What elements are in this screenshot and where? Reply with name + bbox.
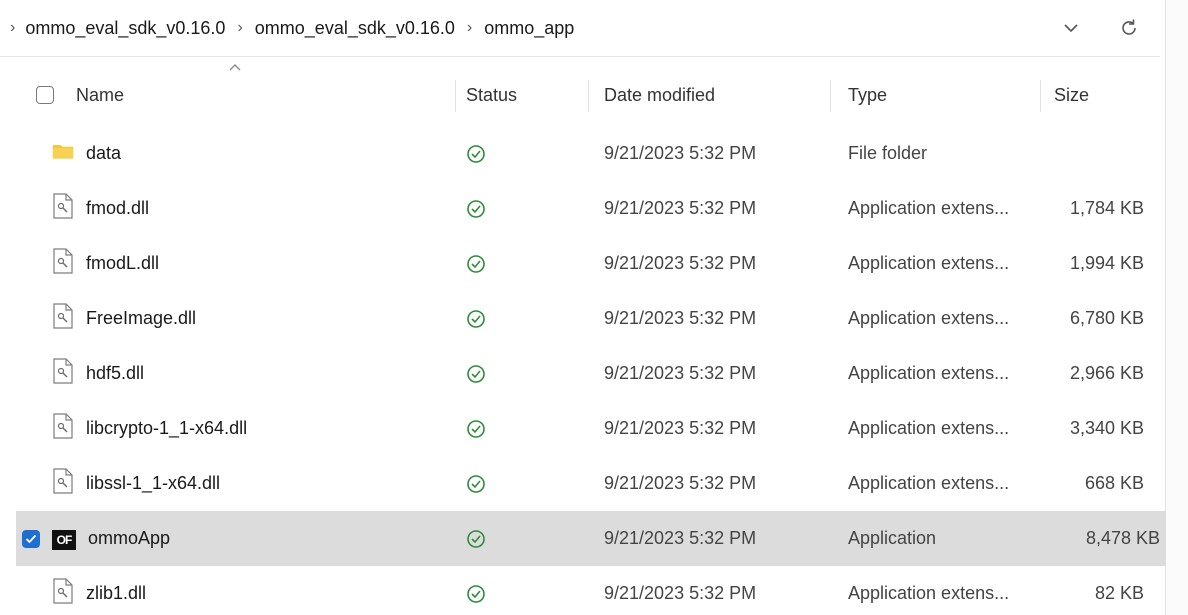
date-modified: 9/21/2023 5:32 PM bbox=[604, 473, 757, 493]
column-divider[interactable] bbox=[588, 80, 589, 112]
address-bar[interactable]: › ommo_eval_sdk_v0.16.0 › ommo_eval_sdk_… bbox=[0, 0, 1160, 57]
file-size: 668 KB bbox=[1084, 473, 1144, 493]
sync-status-icon bbox=[466, 511, 486, 566]
column-header-row: Name Status Date modified Type Size bbox=[0, 68, 1166, 122]
file-name: fmod.dll bbox=[86, 198, 150, 218]
scrollbar[interactable] bbox=[1165, 0, 1188, 615]
column-header-date[interactable]: Date modified bbox=[604, 68, 715, 122]
file-name: fmodL.dll bbox=[86, 253, 160, 273]
file-name-cell[interactable]: OF ommoApp bbox=[52, 511, 170, 566]
date-modified: 9/21/2023 5:32 PM bbox=[604, 363, 757, 383]
file-type: Application extens... bbox=[848, 473, 1010, 493]
file-type: Application extens... bbox=[848, 418, 1010, 438]
file-name-cell[interactable]: hdf5.dll bbox=[52, 346, 144, 401]
file-name-cell[interactable]: data bbox=[52, 126, 121, 181]
file-row[interactable]: libssl-1_1-x64.dll 9/21/2023 5:32 PM App… bbox=[0, 456, 1166, 511]
column-header-name[interactable]: Name bbox=[76, 68, 124, 122]
file-row[interactable]: libcrypto-1_1-x64.dll 9/21/2023 5:32 PM … bbox=[0, 401, 1166, 456]
dll-file-icon bbox=[52, 578, 74, 609]
dll-file-icon bbox=[52, 248, 74, 279]
file-explorer-window: › ommo_eval_sdk_v0.16.0 › ommo_eval_sdk_… bbox=[0, 0, 1188, 615]
breadcrumb-chevron-icon[interactable]: › bbox=[10, 19, 15, 37]
breadcrumb-chevron-icon[interactable]: › bbox=[237, 19, 242, 37]
file-size: 82 KB bbox=[1094, 583, 1144, 603]
date-modified: 9/21/2023 5:32 PM bbox=[604, 198, 757, 218]
file-name: libcrypto-1_1-x64.dll bbox=[86, 418, 248, 438]
file-type: Application extens... bbox=[848, 583, 1010, 603]
file-type: Application extens... bbox=[848, 308, 1010, 328]
date-modified: 9/21/2023 5:32 PM bbox=[604, 583, 757, 603]
select-all-checkbox[interactable] bbox=[36, 68, 54, 122]
date-modified: 9/21/2023 5:32 PM bbox=[604, 253, 757, 273]
sync-status-icon bbox=[466, 236, 486, 291]
folder-icon bbox=[52, 138, 74, 169]
file-row[interactable]: OF ommoApp 9/21/2023 5:32 PM Application… bbox=[16, 511, 1166, 566]
file-size: 8,478 KB bbox=[1085, 528, 1160, 548]
chevron-down-icon[interactable] bbox=[1060, 17, 1082, 39]
sync-status-icon bbox=[466, 126, 486, 181]
sync-status-icon bbox=[466, 401, 486, 456]
column-divider[interactable] bbox=[1040, 80, 1041, 112]
file-name: zlib1.dll bbox=[86, 583, 147, 603]
sync-status-icon bbox=[466, 456, 486, 511]
dll-file-icon bbox=[52, 303, 74, 334]
of-app-icon: OF bbox=[52, 529, 76, 550]
checkmark-icon[interactable] bbox=[22, 529, 40, 548]
file-row[interactable]: fmodL.dll 9/21/2023 5:32 PM Application … bbox=[0, 236, 1166, 291]
date-modified: 9/21/2023 5:32 PM bbox=[604, 308, 757, 328]
file-size: 1,994 KB bbox=[1069, 253, 1144, 273]
dll-file-icon bbox=[52, 358, 74, 389]
file-size: 3,340 KB bbox=[1069, 418, 1144, 438]
file-name-cell[interactable]: libssl-1_1-x64.dll bbox=[52, 456, 220, 511]
breadcrumb-item[interactable]: ommo_eval_sdk_v0.16.0 bbox=[25, 18, 225, 39]
refresh-icon[interactable] bbox=[1118, 17, 1140, 39]
dll-file-icon bbox=[52, 413, 74, 444]
row-checkbox[interactable] bbox=[22, 511, 40, 566]
breadcrumb-chevron-icon[interactable]: › bbox=[467, 19, 472, 37]
file-name-cell[interactable]: fmodL.dll bbox=[52, 236, 159, 291]
file-row[interactable]: hdf5.dll 9/21/2023 5:32 PM Application e… bbox=[0, 346, 1166, 401]
sync-status-icon bbox=[466, 291, 486, 346]
column-divider[interactable] bbox=[830, 80, 831, 112]
date-modified: 9/21/2023 5:32 PM bbox=[604, 143, 757, 163]
sync-status-icon bbox=[466, 346, 486, 401]
date-modified: 9/21/2023 5:32 PM bbox=[604, 418, 757, 438]
file-type: Application bbox=[848, 528, 937, 548]
breadcrumb-item[interactable]: ommo_eval_sdk_v0.16.0 bbox=[255, 18, 455, 39]
breadcrumb: › ommo_eval_sdk_v0.16.0 › ommo_eval_sdk_… bbox=[0, 18, 574, 39]
file-size: 2,966 KB bbox=[1069, 363, 1144, 383]
sync-status-icon bbox=[466, 566, 486, 615]
file-type: Application extens... bbox=[848, 253, 1010, 273]
breadcrumb-item[interactable]: ommo_app bbox=[484, 18, 574, 39]
file-row[interactable]: zlib1.dll 9/21/2023 5:32 PM Application … bbox=[0, 566, 1166, 615]
file-size: 6,780 KB bbox=[1069, 308, 1144, 328]
file-row[interactable]: fmod.dll 9/21/2023 5:32 PM Application e… bbox=[0, 181, 1166, 236]
file-name-cell[interactable]: zlib1.dll bbox=[52, 566, 146, 615]
dll-file-icon bbox=[52, 193, 74, 224]
dll-file-icon bbox=[52, 468, 74, 499]
column-header-type[interactable]: Type bbox=[848, 68, 887, 122]
file-row[interactable]: data 9/21/2023 5:32 PM File folder bbox=[0, 126, 1166, 181]
file-row[interactable]: FreeImage.dll 9/21/2023 5:32 PM Applicat… bbox=[0, 291, 1166, 346]
file-name: libssl-1_1-x64.dll bbox=[86, 473, 221, 493]
column-header-status[interactable]: Status bbox=[466, 68, 517, 122]
file-name: data bbox=[86, 143, 122, 163]
file-name-cell[interactable]: FreeImage.dll bbox=[52, 291, 196, 346]
file-type: File folder bbox=[848, 143, 928, 163]
date-modified: 9/21/2023 5:32 PM bbox=[604, 528, 757, 548]
file-name-cell[interactable]: libcrypto-1_1-x64.dll bbox=[52, 401, 247, 456]
file-list: data 9/21/2023 5:32 PM File folder fmod.… bbox=[0, 126, 1166, 615]
file-type: Application extens... bbox=[848, 198, 1010, 218]
file-name: FreeImage.dll bbox=[86, 308, 197, 328]
column-header-size[interactable]: Size bbox=[1054, 68, 1089, 122]
column-divider[interactable] bbox=[455, 80, 456, 112]
file-name: ommoApp bbox=[88, 528, 171, 548]
file-size: 1,784 KB bbox=[1069, 198, 1144, 218]
file-name: hdf5.dll bbox=[86, 363, 145, 383]
file-type: Application extens... bbox=[848, 363, 1010, 383]
file-name-cell[interactable]: fmod.dll bbox=[52, 181, 149, 236]
sync-status-icon bbox=[466, 181, 486, 236]
